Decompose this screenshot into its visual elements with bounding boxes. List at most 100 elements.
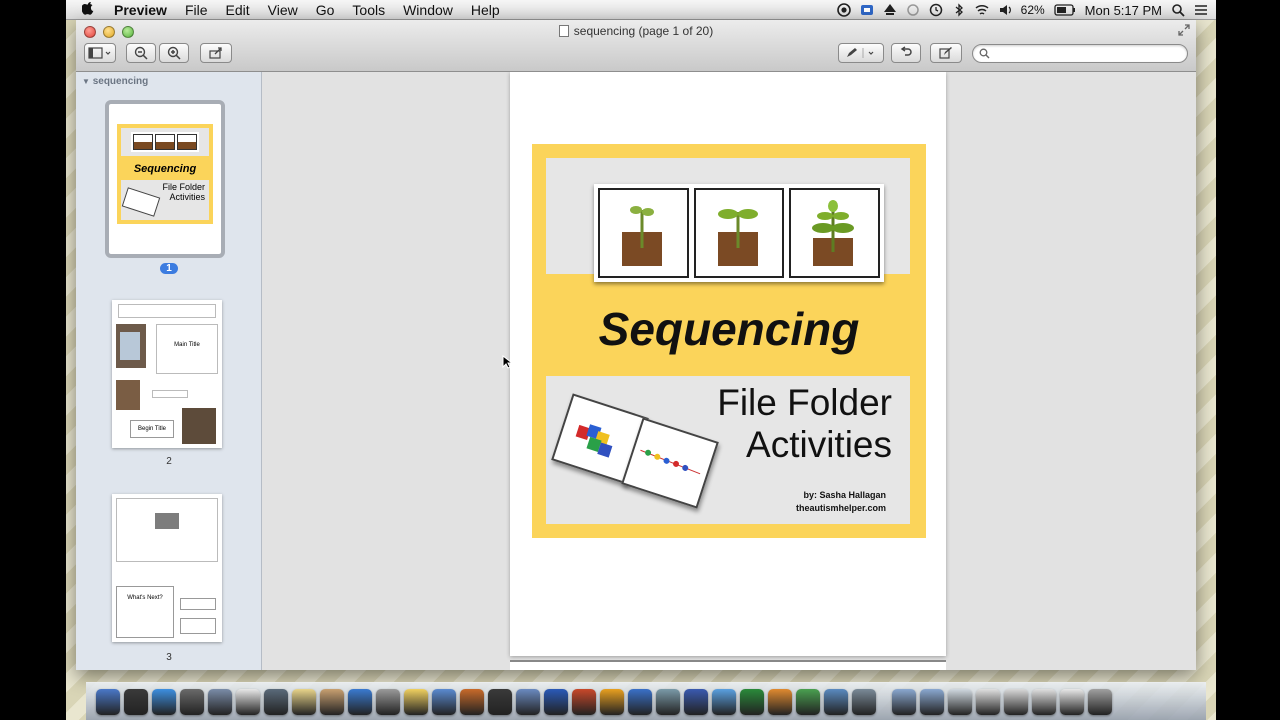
finder-icon[interactable] bbox=[96, 688, 120, 715]
dropbox-icon[interactable] bbox=[883, 3, 897, 17]
clock[interactable]: Mon 5:17 PM bbox=[1085, 3, 1162, 18]
rotate-icon bbox=[900, 46, 912, 56]
window-title: sequencing (page 1 of 20) bbox=[76, 24, 1196, 38]
zoom-in-button[interactable] bbox=[159, 43, 189, 63]
menu-extra-icon[interactable] bbox=[860, 3, 874, 17]
desktop: Preview File Edit View Go Tools Window H… bbox=[66, 0, 1216, 720]
sync-icon[interactable] bbox=[906, 3, 920, 17]
markup-pen-button[interactable] bbox=[838, 43, 884, 63]
downloads-icon[interactable] bbox=[628, 688, 652, 715]
cover-subtitle-line-2: Activities bbox=[746, 424, 892, 465]
notes-icon[interactable] bbox=[292, 688, 316, 715]
garageband-icon[interactable] bbox=[460, 688, 484, 715]
search-input[interactable] bbox=[972, 44, 1188, 63]
iphoto-icon[interactable] bbox=[824, 688, 848, 715]
page-thumbnail-3[interactable]: What's Next? bbox=[112, 494, 222, 642]
menu-bar: Preview File Edit View Go Tools Window H… bbox=[66, 0, 1216, 20]
trash-can-icon[interactable] bbox=[376, 688, 400, 715]
facetime-icon[interactable] bbox=[264, 688, 288, 715]
thumb-title: Sequencing bbox=[133, 163, 197, 175]
bluetooth-icon[interactable] bbox=[952, 3, 966, 17]
seedling-card-3 bbox=[789, 188, 881, 278]
outlook-icon[interactable] bbox=[600, 688, 624, 715]
doc-icon[interactable] bbox=[1032, 688, 1056, 715]
folder-icon[interactable] bbox=[892, 688, 916, 715]
edit-toolbar-button[interactable] bbox=[930, 43, 962, 63]
page-number-3: 3 bbox=[166, 652, 172, 663]
menu-tools[interactable]: Tools bbox=[343, 1, 394, 19]
share-icon bbox=[209, 47, 222, 59]
zoom-out-button[interactable] bbox=[126, 43, 156, 63]
thumb-label-box bbox=[152, 390, 188, 398]
volume-icon[interactable] bbox=[998, 3, 1012, 17]
share-button[interactable] bbox=[200, 43, 232, 63]
page-thumbnail-2[interactable]: Main Title Begin Title bbox=[112, 300, 222, 448]
folder-icon[interactable] bbox=[920, 688, 944, 715]
cover-subtitle-line-1: File Folder bbox=[717, 382, 892, 423]
preview-icon[interactable] bbox=[208, 688, 232, 715]
menu-help[interactable]: Help bbox=[462, 1, 509, 19]
time-machine-icon[interactable] bbox=[929, 3, 943, 17]
thumb-photo bbox=[155, 513, 179, 529]
menu-view[interactable]: View bbox=[259, 1, 307, 19]
sidebar-header[interactable]: ▼ sequencing bbox=[82, 76, 148, 87]
firefox-icon[interactable] bbox=[768, 688, 792, 715]
page-thumbnail-1[interactable]: Sequencing File Folder Activities bbox=[105, 100, 225, 258]
wifi-icon[interactable] bbox=[975, 3, 989, 17]
powerpoint-icon[interactable] bbox=[572, 688, 596, 715]
apple-menu-icon[interactable] bbox=[82, 2, 94, 17]
notification-center-icon[interactable] bbox=[1194, 3, 1208, 17]
sidebar-view-button[interactable] bbox=[84, 43, 116, 63]
disclosure-triangle-icon[interactable]: ▼ bbox=[82, 77, 90, 86]
dashboard-icon[interactable] bbox=[124, 688, 148, 715]
cover-website: theautismhelper.com bbox=[795, 503, 886, 513]
address-book-icon[interactable] bbox=[320, 688, 344, 715]
record-icon[interactable] bbox=[836, 3, 851, 17]
thumb-box-begin-title: Begin Title bbox=[130, 420, 174, 438]
chrome-icon[interactable] bbox=[796, 688, 820, 715]
menu-file[interactable]: File bbox=[176, 1, 217, 19]
thumb-card bbox=[155, 134, 175, 150]
seedling-icon bbox=[622, 206, 662, 266]
thumbnail-sidebar[interactable]: ▼ sequencing Sequencing File Folder Acti… bbox=[76, 72, 262, 670]
mail-icon[interactable] bbox=[948, 688, 972, 715]
thumb-text-block bbox=[118, 304, 216, 318]
thumb-card bbox=[133, 134, 153, 150]
word-icon[interactable] bbox=[544, 688, 568, 715]
rotate-button[interactable] bbox=[891, 43, 921, 63]
doc-icon[interactable] bbox=[976, 688, 1000, 715]
excel-icon[interactable] bbox=[740, 688, 764, 715]
seedling-card-1 bbox=[598, 188, 689, 278]
utilities-icon[interactable] bbox=[656, 688, 680, 715]
thumb-card bbox=[177, 134, 197, 150]
document-page-2-edge[interactable] bbox=[510, 660, 946, 670]
doc-icon[interactable] bbox=[1004, 688, 1028, 715]
photobooth-icon[interactable] bbox=[488, 688, 512, 715]
stickies-icon[interactable] bbox=[404, 688, 428, 715]
photo-icon[interactable] bbox=[432, 688, 456, 715]
quicktime-icon[interactable] bbox=[684, 688, 708, 715]
safari-icon[interactable] bbox=[152, 688, 176, 715]
cover-title: Sequencing bbox=[598, 303, 860, 355]
dock bbox=[86, 682, 1206, 720]
menu-window[interactable]: Window bbox=[394, 1, 462, 19]
menu-edit[interactable]: Edit bbox=[217, 1, 259, 19]
spotlight-icon[interactable] bbox=[1171, 3, 1185, 17]
trash-icon[interactable] bbox=[1088, 688, 1112, 715]
thumb-tile bbox=[121, 187, 161, 217]
messages-icon[interactable] bbox=[712, 688, 736, 715]
itunes-icon[interactable] bbox=[348, 688, 372, 715]
network-icon[interactable] bbox=[852, 688, 876, 715]
thumb-photo bbox=[116, 380, 140, 410]
menu-go[interactable]: Go bbox=[307, 1, 344, 19]
menu-preview[interactable]: Preview bbox=[112, 1, 176, 19]
calendar-icon[interactable] bbox=[236, 688, 260, 715]
mission-control-icon[interactable] bbox=[180, 688, 204, 715]
document-view[interactable]: Sequencing File Folder Activities by: Sa… bbox=[262, 72, 1196, 670]
title-bar[interactable]: sequencing (page 1 of 20) bbox=[76, 20, 1196, 72]
doc-icon[interactable] bbox=[1060, 688, 1084, 715]
fullscreen-icon[interactable] bbox=[1178, 24, 1190, 36]
keynote-icon[interactable] bbox=[516, 688, 540, 715]
document-page-1[interactable]: Sequencing File Folder Activities by: Sa… bbox=[510, 72, 946, 656]
battery-icon[interactable] bbox=[1054, 4, 1076, 16]
